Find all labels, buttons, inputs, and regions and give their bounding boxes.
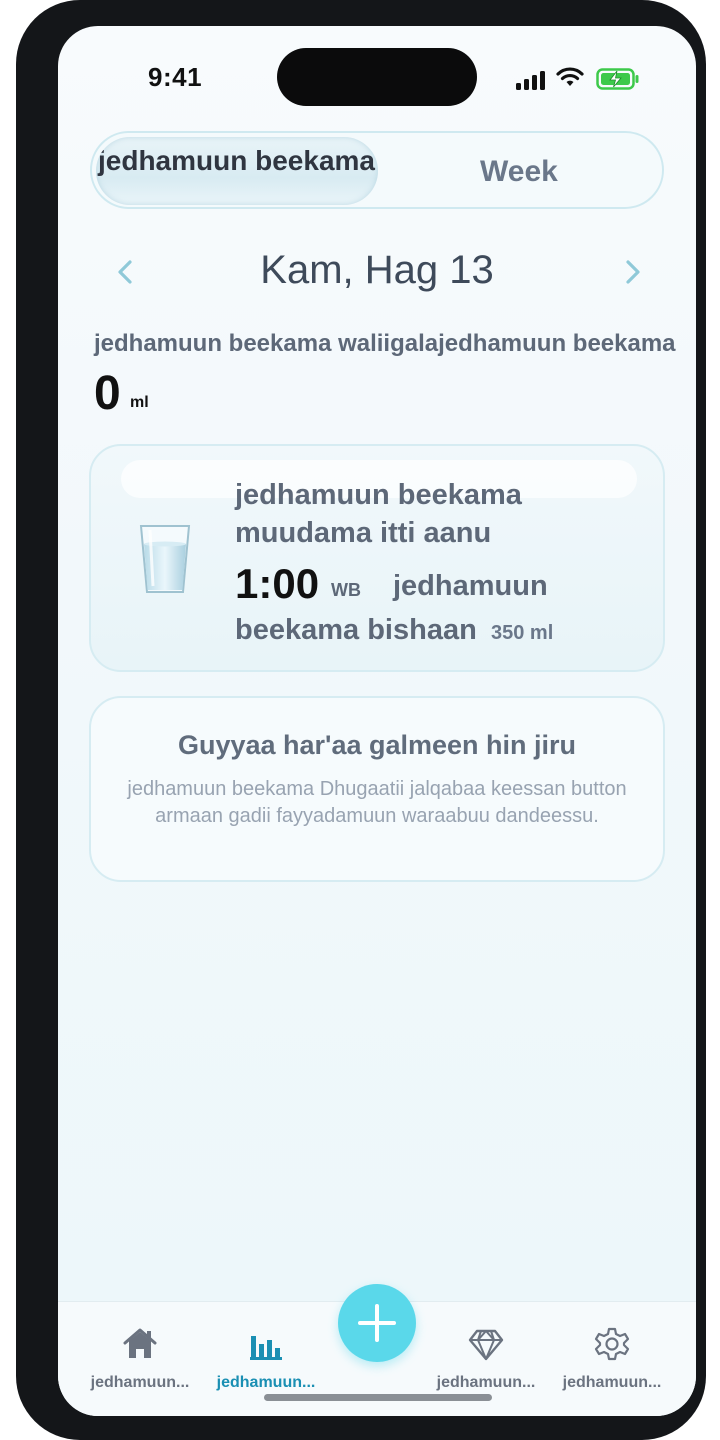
water-glass-icon <box>139 525 191 593</box>
status-time: 9:41 <box>148 62 203 92</box>
tab-home[interactable]: jedhamuun... <box>76 1302 204 1402</box>
gear-icon <box>594 1327 630 1361</box>
battery-charging-icon <box>596 68 639 90</box>
daily-total-value: 0 <box>94 367 121 420</box>
app-screen: 9:41 jedhamuun beekama Week Kam, Hag 13 … <box>58 26 696 1416</box>
segment-day-label: jedhamuun beekama <box>98 145 375 176</box>
chevron-right-icon[interactable] <box>618 254 648 290</box>
phone-frame: 9:41 jedhamuun beekama Week Kam, Hag 13 … <box>16 0 706 1440</box>
tab-statistics[interactable]: jedhamuun... <box>202 1302 330 1402</box>
tab-premium-label: jedhamuun... <box>436 1374 536 1391</box>
segment-day-tab[interactable]: jedhamuun beekama <box>96 137 378 205</box>
segment-week-tab[interactable]: Week <box>480 155 558 189</box>
add-drink-button[interactable] <box>338 1284 416 1362</box>
tab-settings[interactable]: jedhamuun... <box>548 1302 676 1402</box>
cellular-signal-icon <box>516 70 548 90</box>
next-reminder-card[interactable]: jedhamuun beekama muudama itti aanu 1:00… <box>89 444 665 672</box>
reminder-time: 1:00 <box>235 560 320 607</box>
plus-icon <box>358 1304 396 1342</box>
reminder-period: WB <box>331 580 361 600</box>
daily-total-label: jedhamuun beekama waliigalajedhamuun bee… <box>94 330 676 357</box>
wifi-icon <box>556 67 584 86</box>
tab-statistics-label: jedhamuun... <box>216 1374 316 1391</box>
reminder-amount: 350 ml <box>491 622 554 644</box>
dynamic-island <box>277 48 477 106</box>
daily-total-unit: ml <box>130 394 149 411</box>
bar-chart-icon <box>250 1336 282 1360</box>
tab-home-label: jedhamuun... <box>90 1374 190 1391</box>
diamond-icon <box>468 1329 504 1361</box>
home-indicator <box>264 1394 492 1401</box>
empty-state-card: Guyyaa har'aa galmeen hin jiru jedhamuun… <box>89 696 665 882</box>
tab-settings-label: jedhamuun... <box>562 1374 662 1391</box>
empty-state-title: Guyyaa har'aa galmeen hin jiru <box>177 730 577 760</box>
home-icon <box>123 1328 157 1358</box>
reminder-drink-name-cont: beekama bishaan <box>235 614 477 646</box>
reminder-drink-name: jedhamuun <box>393 570 548 602</box>
tab-premium[interactable]: jedhamuun... <box>422 1302 550 1402</box>
period-segmented-control: jedhamuun beekama Week <box>90 131 664 209</box>
date-title: Kam, Hag 13 <box>260 248 494 292</box>
empty-state-description: jedhamuun beekama Dhugaatii jalqabaa kee… <box>127 778 627 827</box>
reminder-title: jedhamuun beekama muudama itti aanu <box>235 479 522 549</box>
